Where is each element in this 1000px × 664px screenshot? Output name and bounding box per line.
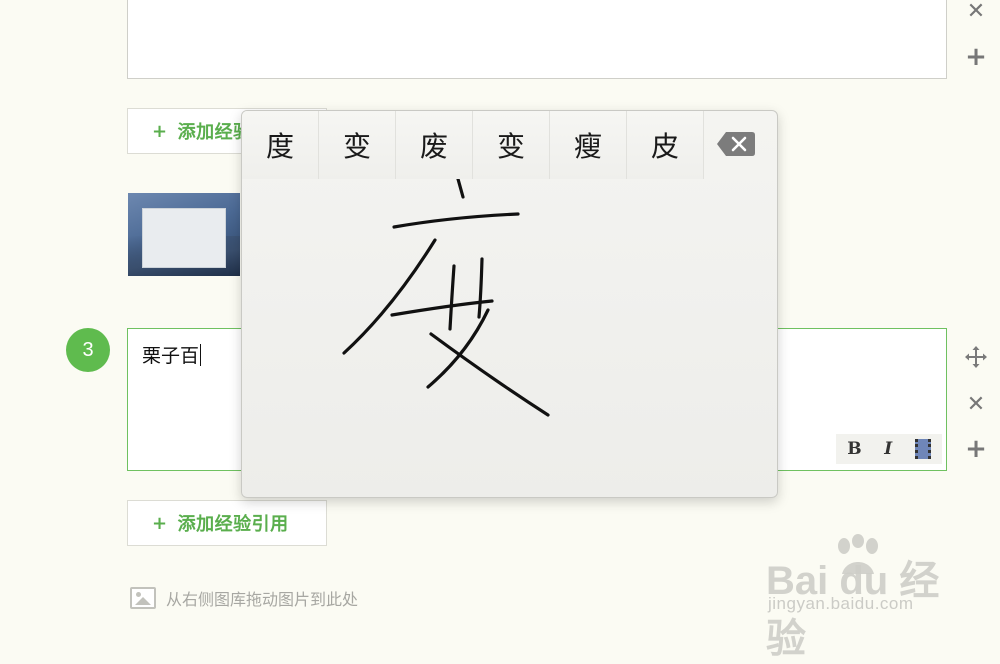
step-number-badge: 3 — [66, 328, 110, 372]
add-reference-button[interactable]: + 添加经验引用 — [127, 500, 327, 546]
plus-icon[interactable]: + — [964, 436, 988, 462]
watermark-url: jingyan.baidu.com — [768, 594, 914, 613]
drop-hint-text: 从右侧图库拖动图片到此处 — [166, 590, 359, 609]
editor-text-line[interactable]: 栗子百 — [142, 341, 202, 368]
format-toolbar: B I — [836, 434, 942, 464]
bold-button[interactable]: B — [847, 439, 861, 459]
candidate-character[interactable]: 废 — [396, 111, 473, 179]
candidate-character[interactable]: 变 — [319, 111, 396, 179]
baidu-jingyan-watermark: Bai du 经验 jingyan.baidu.com — [766, 534, 956, 661]
candidate-character[interactable]: 度 — [242, 111, 319, 179]
handwriting-input-panel[interactable]: 度 变 废 变 瘦 皮 — [241, 110, 778, 498]
candidate-character[interactable]: 变 — [473, 111, 550, 179]
move-arrows-icon[interactable] — [964, 345, 988, 369]
plus-icon: + — [152, 120, 168, 142]
plus-icon[interactable]: + — [964, 44, 988, 70]
film-icon[interactable] — [914, 439, 931, 459]
candidate-list: 度 变 废 变 瘦 皮 — [242, 111, 777, 179]
step-image-thumbnail[interactable] — [128, 193, 240, 276]
editor-previous-step[interactable] — [127, 0, 947, 79]
add-reference-label: 添加经验引用 — [177, 514, 289, 535]
editor-text: 栗子百 — [142, 345, 200, 367]
close-icon[interactable]: ✕ — [964, 0, 988, 24]
italic-button[interactable]: I — [884, 439, 892, 459]
backspace-icon[interactable] — [716, 131, 756, 157]
text-caret — [200, 344, 202, 366]
image-icon — [130, 587, 156, 609]
candidate-character[interactable]: 皮 — [627, 111, 704, 179]
close-icon[interactable]: ✕ — [964, 393, 988, 417]
handwriting-canvas[interactable] — [242, 179, 777, 497]
plus-icon: + — [152, 512, 168, 534]
candidate-character[interactable]: 瘦 — [550, 111, 627, 179]
image-drop-hint[interactable]: 从右侧图库拖动图片到此处 — [130, 586, 358, 610]
